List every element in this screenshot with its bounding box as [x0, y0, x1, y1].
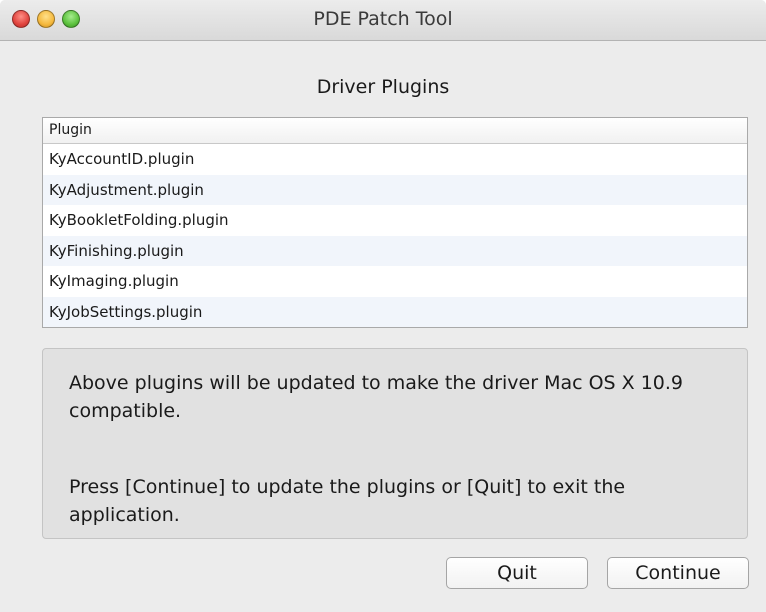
title-bar[interactable]: PDE Patch Tool — [0, 0, 766, 41]
table-row[interactable]: KyFinishing.plugin — [43, 235, 747, 266]
message-update-text: Above plugins will be updated to make th… — [69, 372, 684, 422]
window-title: PDE Patch Tool — [313, 8, 453, 30]
table-row[interactable]: KyAdjustment.plugin — [43, 174, 747, 205]
section-title: Driver Plugins — [316, 76, 450, 98]
message-instruction-text: Press [Continue] to update the plugins o… — [69, 476, 626, 526]
table-row[interactable]: KyBookletFolding.plugin — [43, 205, 747, 236]
column-header-plugin[interactable]: Plugin — [43, 118, 747, 144]
table-row[interactable]: KyJobSettings.plugin — [43, 296, 747, 327]
table-row[interactable]: KyImaging.plugin — [43, 266, 747, 297]
app-window: PDE Patch Tool Driver Plugins Plugin KyA… — [0, 0, 766, 612]
info-message-box: Above plugins will be updated to make th… — [42, 348, 748, 539]
continue-button[interactable]: Continue — [607, 557, 749, 589]
plugin-table[interactable]: Plugin KyAccountID.plugin KyAdjustment.p… — [42, 117, 748, 328]
table-row[interactable]: KyAccountID.plugin — [43, 144, 747, 175]
quit-button[interactable]: Quit — [446, 557, 588, 589]
